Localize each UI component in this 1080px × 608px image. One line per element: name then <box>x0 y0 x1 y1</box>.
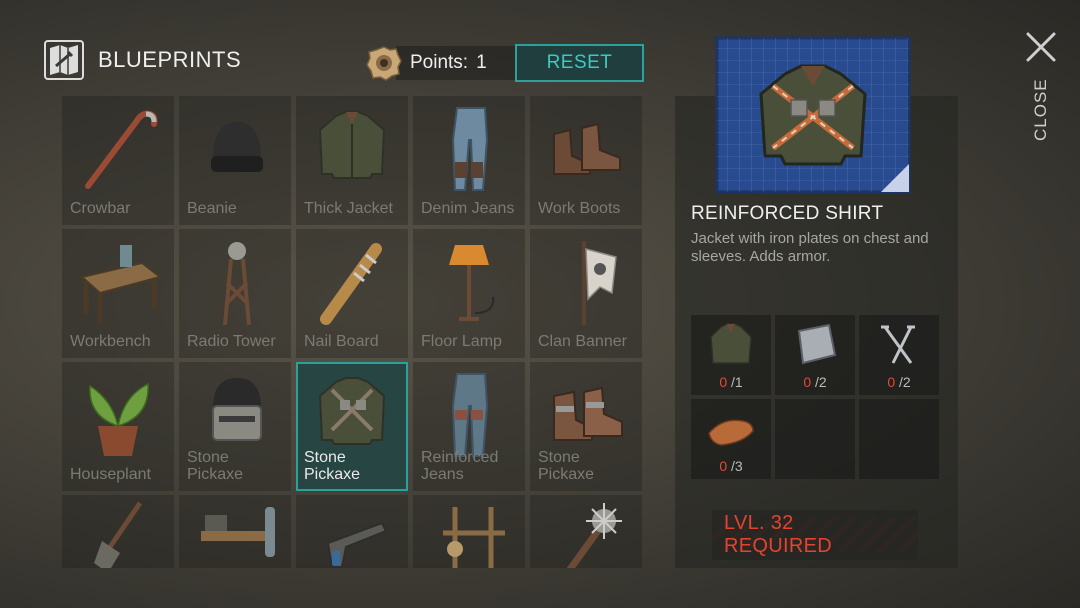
blueprint-item[interactable]: Thick Jacket <box>296 96 408 225</box>
reinforced-shirt-icon <box>318 377 386 445</box>
work-boots-icon <box>553 122 621 175</box>
material-slot[interactable]: 0 /3 <box>691 399 771 479</box>
reinforced-jeans-icon <box>451 373 489 457</box>
stone-token-icon <box>366 46 402 81</box>
blueprint-label: Floor Lamp <box>421 333 502 350</box>
workshop-table-icon <box>201 507 275 557</box>
blueprint-label: Workbench <box>70 333 151 350</box>
blueprint-item[interactable]: Clan Banner <box>530 229 642 358</box>
crowbar-icon <box>85 110 158 189</box>
denim-jeans-icon <box>451 107 489 191</box>
nails-icon <box>881 325 915 364</box>
page-title: BLUEPRINTS <box>98 47 242 72</box>
material-count: 0 /3 <box>691 458 771 474</box>
blueprint-label: Denim Jeans <box>421 200 515 217</box>
item-name: REINFORCED SHIRT <box>691 203 884 224</box>
points-display: Points: 1 <box>366 44 526 82</box>
houseplant-icon <box>89 382 149 456</box>
blueprint-item[interactable]: Radio Tower <box>179 229 291 358</box>
blueprint-grid: Crowbar Beanie Thick Jacket Denim Jeans … <box>62 96 642 568</box>
blueprint-label: Stone Pickaxe <box>304 449 361 483</box>
blueprint-item[interactable] <box>179 495 291 568</box>
materials-grid: 0 /1 0 /2 0 /2 0 /3 <box>691 315 941 481</box>
blueprint-item[interactable] <box>296 495 408 568</box>
points-box: Points: 1 <box>396 46 526 80</box>
clan-banner-icon <box>582 241 617 325</box>
close-label: CLOSE <box>1031 78 1050 141</box>
blueprint-item[interactable] <box>62 495 174 568</box>
blueprint-item[interactable]: Crowbar <box>62 96 174 225</box>
floor-lamp-icon <box>449 245 495 321</box>
material-have: 0 <box>803 374 812 390</box>
material-count: 0 /2 <box>775 374 855 390</box>
blueprints-header: BLUEPRINTS <box>44 38 241 82</box>
blueprint-item[interactable] <box>530 495 642 568</box>
material-slot-empty <box>859 399 939 479</box>
blueprint-label: Houseplant <box>70 466 151 483</box>
material-slot[interactable]: 0 /2 <box>775 315 855 395</box>
scarecrow-icon <box>443 507 505 568</box>
blueprint-item[interactable]: Nail Board <box>296 229 408 358</box>
blueprint-item[interactable]: Workbench <box>62 229 174 358</box>
material-need: /2 <box>899 374 911 390</box>
leather-icon <box>708 419 754 446</box>
blueprint-item[interactable]: Denim Jeans <box>413 96 525 225</box>
blueprint-label: Clan Banner <box>538 333 627 350</box>
nail-board-icon <box>320 243 382 325</box>
material-slot[interactable]: 0 /1 <box>691 315 771 395</box>
blueprint-item[interactable]: Reinforced Jeans <box>413 362 525 491</box>
material-count: 0 /1 <box>691 374 771 390</box>
reinforced-shirt-blueprint-icon <box>715 36 911 194</box>
spiked-club-icon <box>566 503 622 568</box>
workbench-icon <box>79 245 163 323</box>
material-slot-empty <box>775 399 855 479</box>
blueprint-label: Radio Tower <box>187 333 276 350</box>
material-need: /3 <box>731 458 743 474</box>
blueprint-label: Crowbar <box>70 200 131 217</box>
blueprint-item[interactable]: Beanie <box>179 96 291 225</box>
blueprint-item[interactable]: Stone Pickaxe <box>179 362 291 491</box>
beanie-icon <box>211 122 263 172</box>
blueprint-label: Nail Board <box>304 333 379 350</box>
radio-tower-icon <box>223 242 251 326</box>
blueprint-item-selected[interactable]: Stone Pickaxe <box>296 362 408 491</box>
material-count: 0 /2 <box>859 374 939 390</box>
thick-jacket-icon <box>318 111 386 179</box>
item-description: Jacket with iron plates on chest and sle… <box>691 230 929 265</box>
jacket-material-icon <box>710 323 752 364</box>
blueprint-item[interactable] <box>413 495 525 568</box>
blueprint-item[interactable]: Houseplant <box>62 362 174 491</box>
material-have: 0 <box>719 458 728 474</box>
blueprint-label: Stone Pickaxe <box>187 449 244 483</box>
blueprint-label: Beanie <box>187 200 237 217</box>
reinforced-boots-icon <box>553 386 623 441</box>
level-requirement: LVL. 32 REQUIRED <box>712 510 918 560</box>
blueprint-item[interactable]: Work Boots <box>530 96 642 225</box>
material-slot[interactable]: 0 /2 <box>859 315 939 395</box>
points-value: 1 <box>476 52 487 73</box>
material-need: /2 <box>815 374 827 390</box>
points-label: Points: <box>410 52 469 73</box>
blueprint-label: Work Boots <box>538 200 621 217</box>
blueprint-map-icon <box>44 40 84 80</box>
close-icon[interactable] <box>1024 30 1058 64</box>
blueprint-label: Reinforced Jeans <box>421 449 499 483</box>
close-button[interactable]: CLOSE <box>1024 78 1058 142</box>
material-need: /1 <box>731 374 743 390</box>
material-have: 0 <box>887 374 896 390</box>
reset-button[interactable]: RESET <box>515 44 644 82</box>
pistol-icon <box>326 521 388 568</box>
blueprint-item[interactable]: Floor Lamp <box>413 229 525 358</box>
material-have: 0 <box>719 374 728 390</box>
helmet-icon <box>212 378 262 441</box>
blueprint-label: Stone Pickaxe <box>538 449 595 483</box>
iron-plate-icon <box>797 323 837 365</box>
blueprint-item[interactable]: Stone Pickaxe <box>530 362 642 491</box>
shovel-icon <box>94 501 143 568</box>
blueprint-label: Thick Jacket <box>304 200 393 217</box>
level-requirement-text: LVL. 32 REQUIRED <box>712 510 918 560</box>
